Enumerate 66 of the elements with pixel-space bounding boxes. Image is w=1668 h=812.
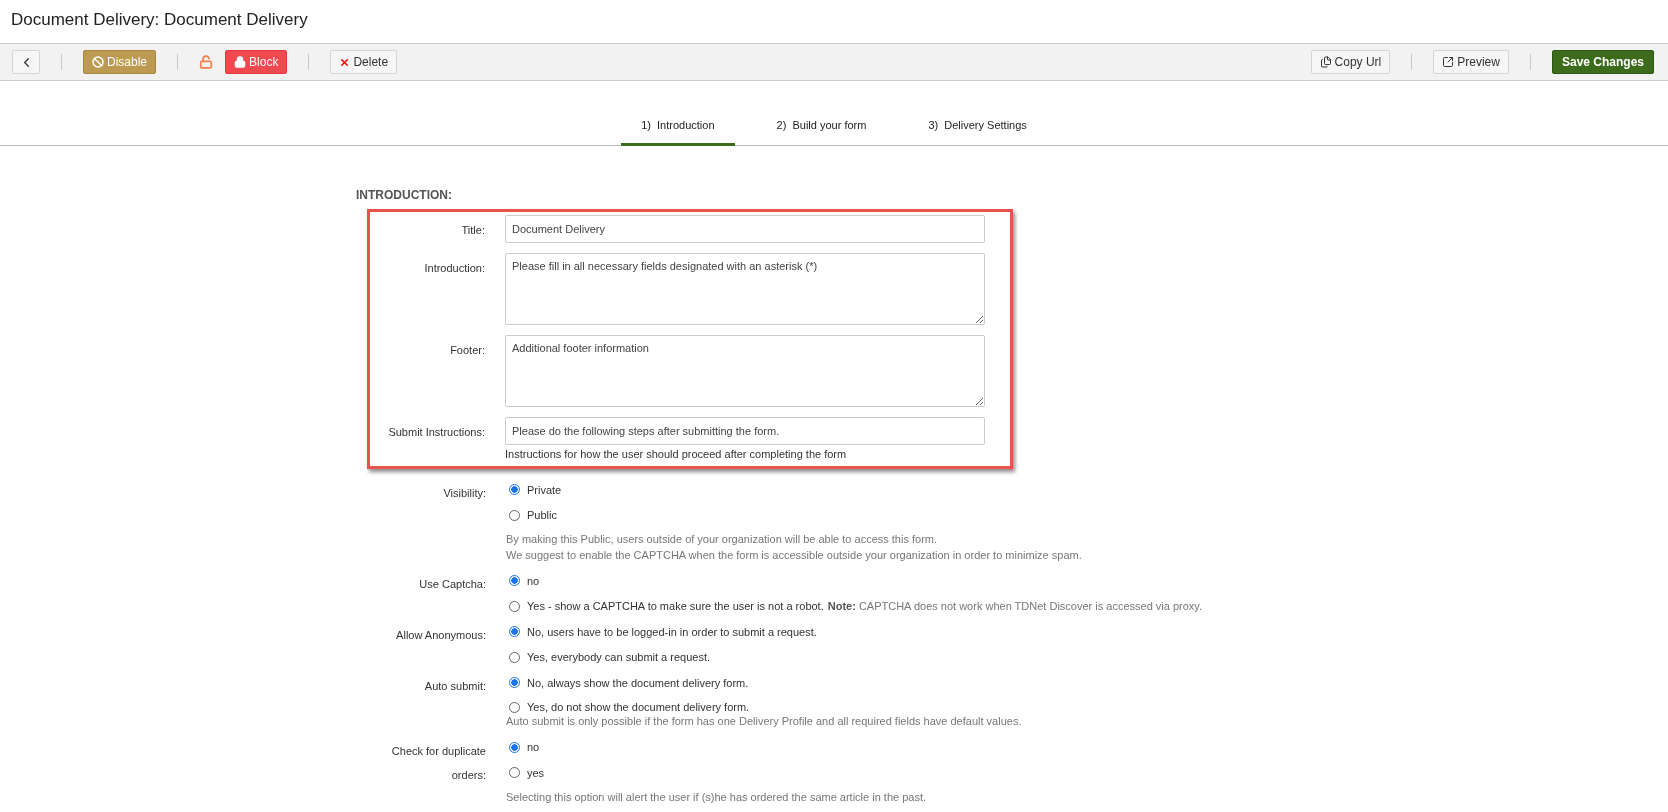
section-heading: INTRODUCTION: — [356, 188, 453, 202]
field-label: Title: — [460, 223, 485, 238]
option-text: Public — [527, 509, 557, 522]
radio-option[interactable]: Public — [506, 502, 1668, 528]
radio-button[interactable] — [509, 484, 520, 496]
save-changes-button[interactable]: Save Changes — [1551, 50, 1654, 74]
step-tab[interactable]: 3) Delivery Settings — [908, 107, 1047, 146]
help-text: Auto submit is only possible if the form has one Delivery Profile and all required fields have default values. — [506, 713, 1023, 729]
ban-icon — [92, 56, 104, 68]
delete-button[interactable]: Delete — [330, 50, 398, 74]
radio-button[interactable] — [509, 626, 520, 638]
copy-url-button[interactable]: Copy Url — [1310, 50, 1391, 74]
close-icon — [339, 56, 351, 68]
radio-button[interactable] — [509, 509, 520, 521]
help-text: Instructions for how the user should proceed after completing the form — [505, 447, 848, 462]
option-text: Yes, everybody can submit a request. — [527, 651, 711, 664]
radio-button[interactable] — [509, 600, 520, 612]
back-button[interactable] — [12, 50, 40, 74]
radio-button[interactable] — [509, 741, 520, 753]
option-text: Private — [527, 483, 562, 496]
radio-button[interactable] — [509, 677, 520, 689]
option-text: no — [527, 574, 540, 587]
option-text: Yes - show a CAPTCHA to make sure the user is not a robot. — [527, 600, 824, 613]
text-area[interactable]: Additional footer information — [505, 335, 985, 407]
radio-option[interactable]: Private — [506, 477, 1668, 503]
preview-button[interactable]: Preview — [1433, 50, 1509, 74]
field-label: Auto submit: — [423, 679, 486, 694]
radio-option[interactable]: no — [506, 734, 1668, 760]
input-field[interactable]: Please do the following steps after submitting the form. — [505, 417, 985, 445]
radio-option[interactable]: No, always show the document delivery form. — [506, 670, 1668, 696]
radio-option[interactable]: Yes, do not show the document delivery form. — [506, 695, 1668, 713]
files-icon — [1319, 56, 1332, 68]
help-text: We suggest to enable the CAPTCHA when the form is accessible outside your organization in order to minimize spam. — [506, 548, 1083, 563]
radio-option[interactable]: Yes - show a CAPTCHA to make sure the user is not a robot. Note: CAPTCHA does not work when TDNet Discover is accessed via proxy. — [506, 593, 1668, 619]
radio-option[interactable]: Yes, everybody can submit a request. — [506, 644, 1668, 670]
radio-button[interactable] — [509, 701, 520, 713]
option-text: No, always show the document delivery form. — [527, 676, 749, 689]
note-text: Note: CAPTCHA does not work when TDNet Discover is accessed via proxy. — [827, 600, 1203, 613]
field-label: Introduction: — [423, 261, 485, 276]
radio-button[interactable] — [509, 575, 520, 587]
field-label: Use Captcha: — [418, 577, 486, 592]
step-tab[interactable]: 1) Introduction — [621, 107, 735, 146]
field-label: Allow Anonymous: — [395, 628, 486, 643]
radio-button[interactable] — [509, 651, 520, 663]
field-label: Footer: — [449, 343, 485, 358]
radio-option[interactable]: no — [506, 568, 1668, 594]
page-title: Document Delivery: Document Delivery — [10, 9, 309, 31]
lock-icon — [234, 56, 247, 68]
help-text: By making this Public, users outside of your organization will be able to access this form. — [506, 532, 939, 547]
text-area[interactable]: Please fill in all necessary fields designated with an asterisk (*) — [505, 253, 985, 325]
option-text: Yes, do not show the document delivery form. — [527, 700, 750, 713]
unlocked-padlock-icon[interactable] — [199, 55, 214, 69]
help-text: Selecting this option will alert the user if (s)he has ordered the same article in the past. — [506, 789, 928, 805]
radio-option[interactable]: yes — [506, 760, 1668, 786]
option-text: no — [527, 741, 540, 754]
field-label: Visibility: — [442, 486, 486, 501]
step-tab[interactable]: 2) Build your form — [756, 107, 887, 146]
radio-option[interactable]: No, users have to be logged-in in order to submit a request. — [506, 619, 1668, 645]
block-button[interactable]: Block — [225, 50, 288, 74]
input-field[interactable]: Document Delivery — [505, 215, 985, 243]
radio-button[interactable] — [509, 767, 520, 779]
field-label: Check for duplicate orders: — [390, 743, 486, 783]
external-link-icon — [1442, 56, 1455, 68]
option-text: yes — [527, 766, 545, 779]
option-text: No, users have to be logged-in in order to submit a request. — [527, 625, 817, 638]
field-label: Submit Instructions: — [387, 425, 485, 440]
